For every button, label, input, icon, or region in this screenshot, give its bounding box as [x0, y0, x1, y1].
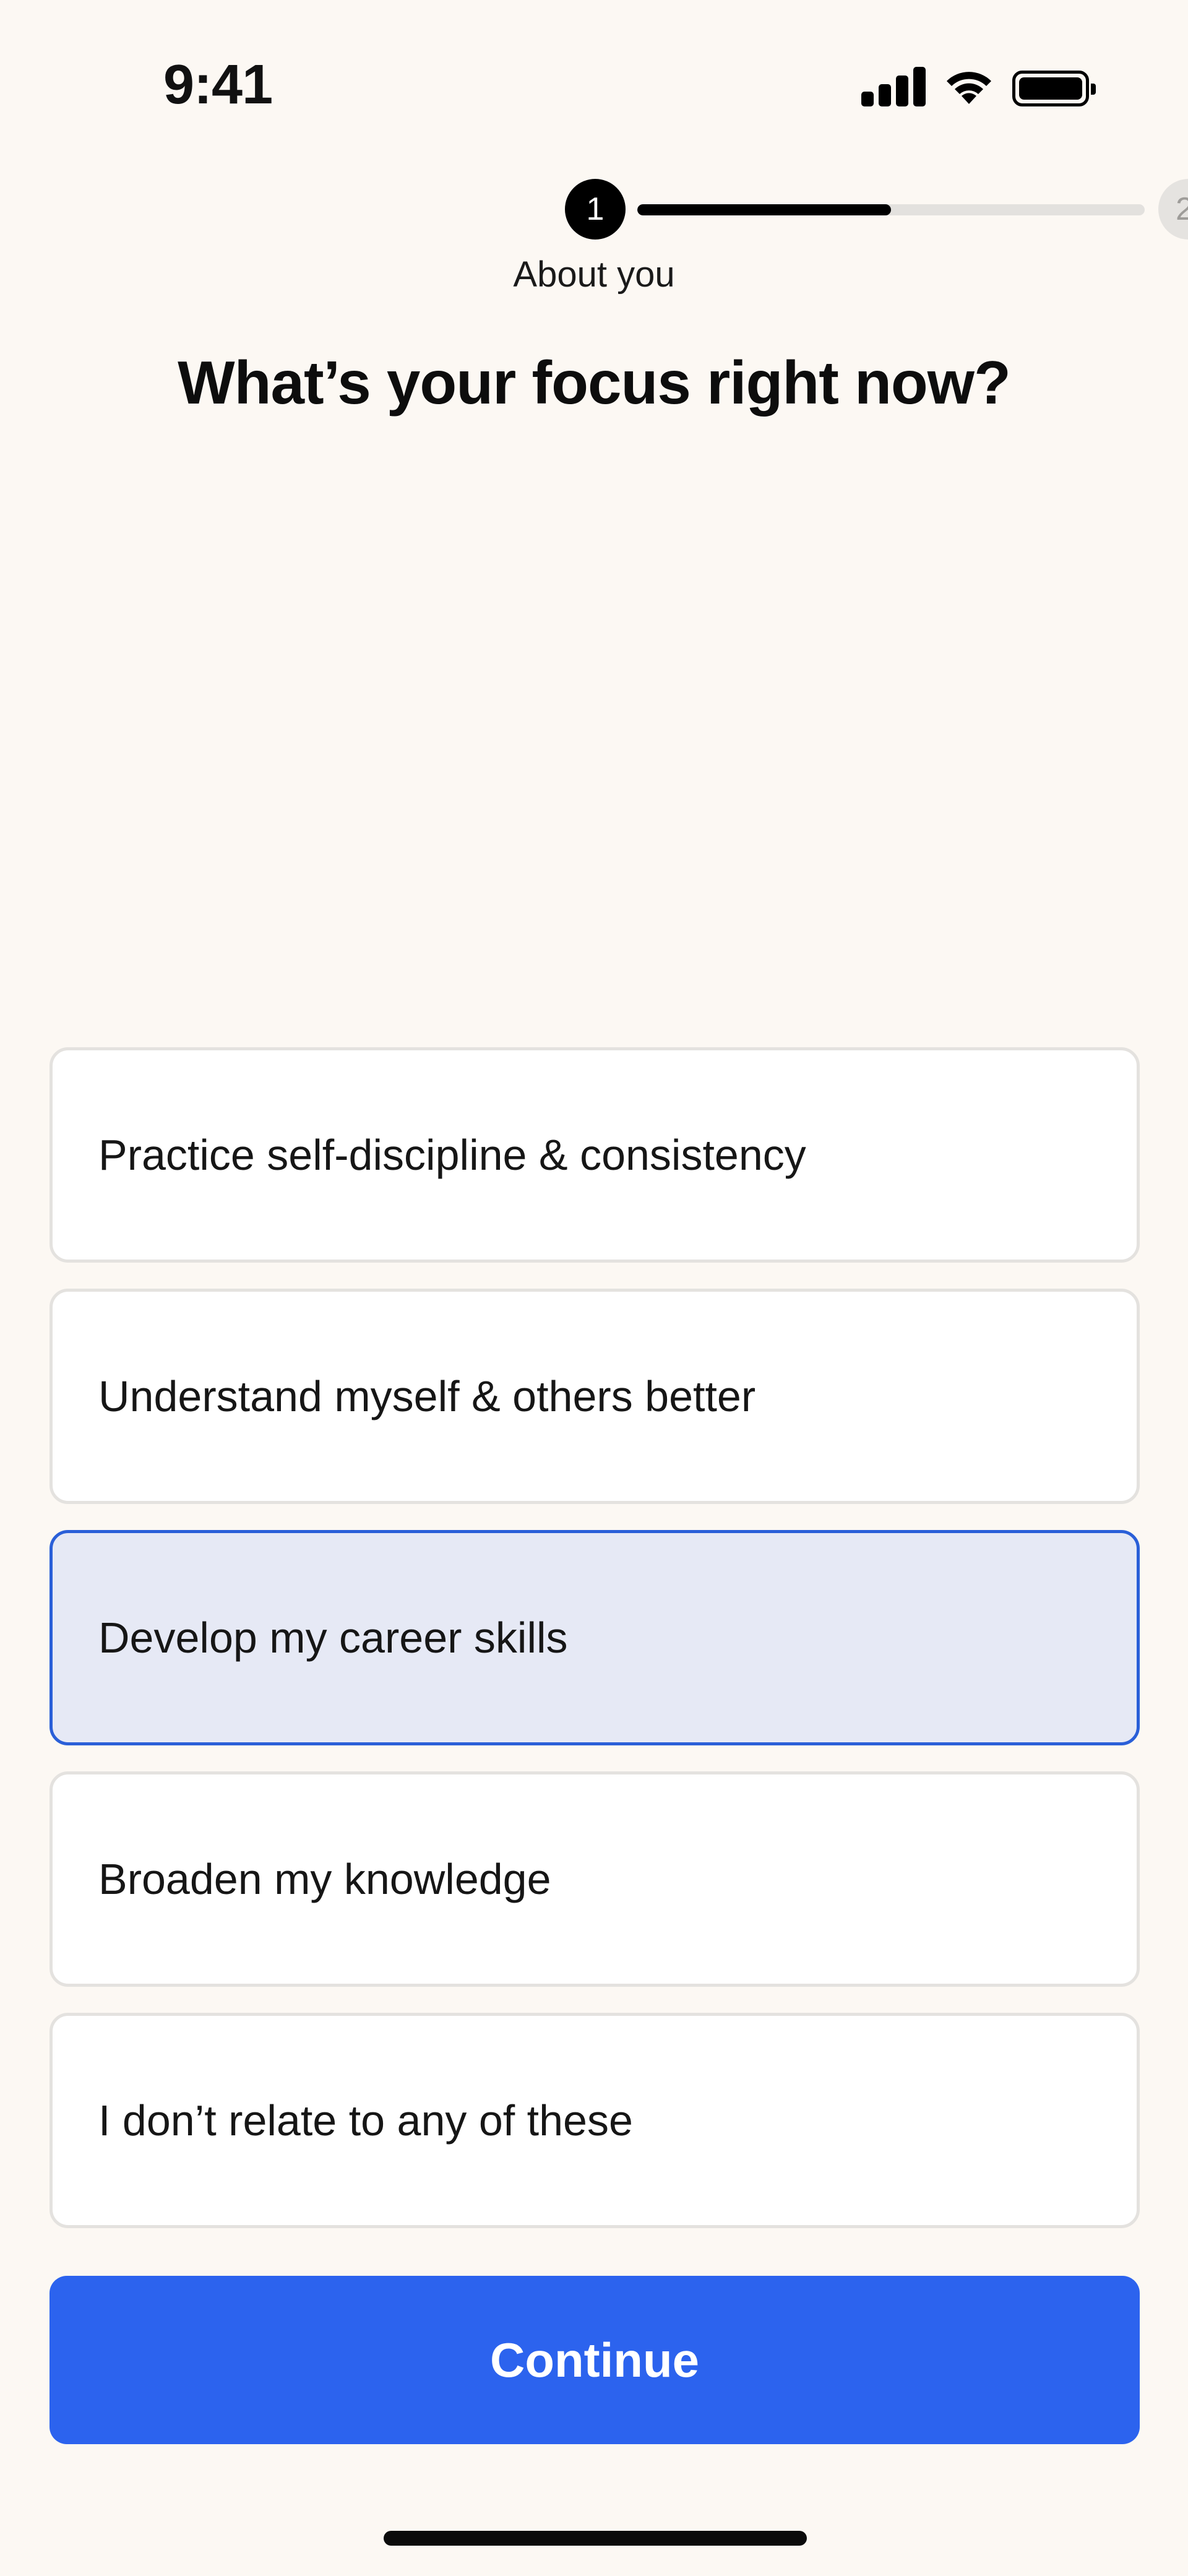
option-none-of-these[interactable]: I don’t relate to any of these [50, 2013, 1140, 2228]
option-understand-myself[interactable]: Understand myself & others better [50, 1289, 1140, 1504]
option-broaden-knowledge[interactable]: Broaden my knowledge [50, 1771, 1140, 1987]
option-label: I don’t relate to any of these [98, 2096, 633, 2145]
step-progress-track [637, 204, 1145, 215]
wifi-icon [947, 72, 991, 104]
option-label: Broaden my knowledge [98, 1855, 551, 1903]
step-2-indicator: 2 [1158, 179, 1188, 240]
continue-button[interactable]: Continue [50, 2276, 1140, 2444]
page-title: What’s your focus right now? [178, 348, 1011, 417]
step-label: About you [513, 254, 675, 295]
step-1-indicator: 1 [565, 179, 626, 240]
status-icons [861, 67, 1096, 106]
option-career-skills[interactable]: Develop my career skills [50, 1530, 1140, 1745]
home-indicator[interactable] [384, 2531, 807, 2546]
option-label: Practice self-discipline & consistency [98, 1131, 806, 1179]
focus-options-list: Practice self-discipline & consistency U… [50, 1047, 1140, 2228]
battery-icon [1012, 71, 1096, 106]
cellular-signal-icon [861, 67, 926, 106]
option-label: Understand myself & others better [98, 1372, 756, 1420]
option-self-discipline[interactable]: Practice self-discipline & consistency [50, 1047, 1140, 1263]
status-time: 9:41 [163, 54, 273, 116]
step-progress-fill [637, 204, 891, 215]
option-label: Develop my career skills [98, 1614, 568, 1662]
